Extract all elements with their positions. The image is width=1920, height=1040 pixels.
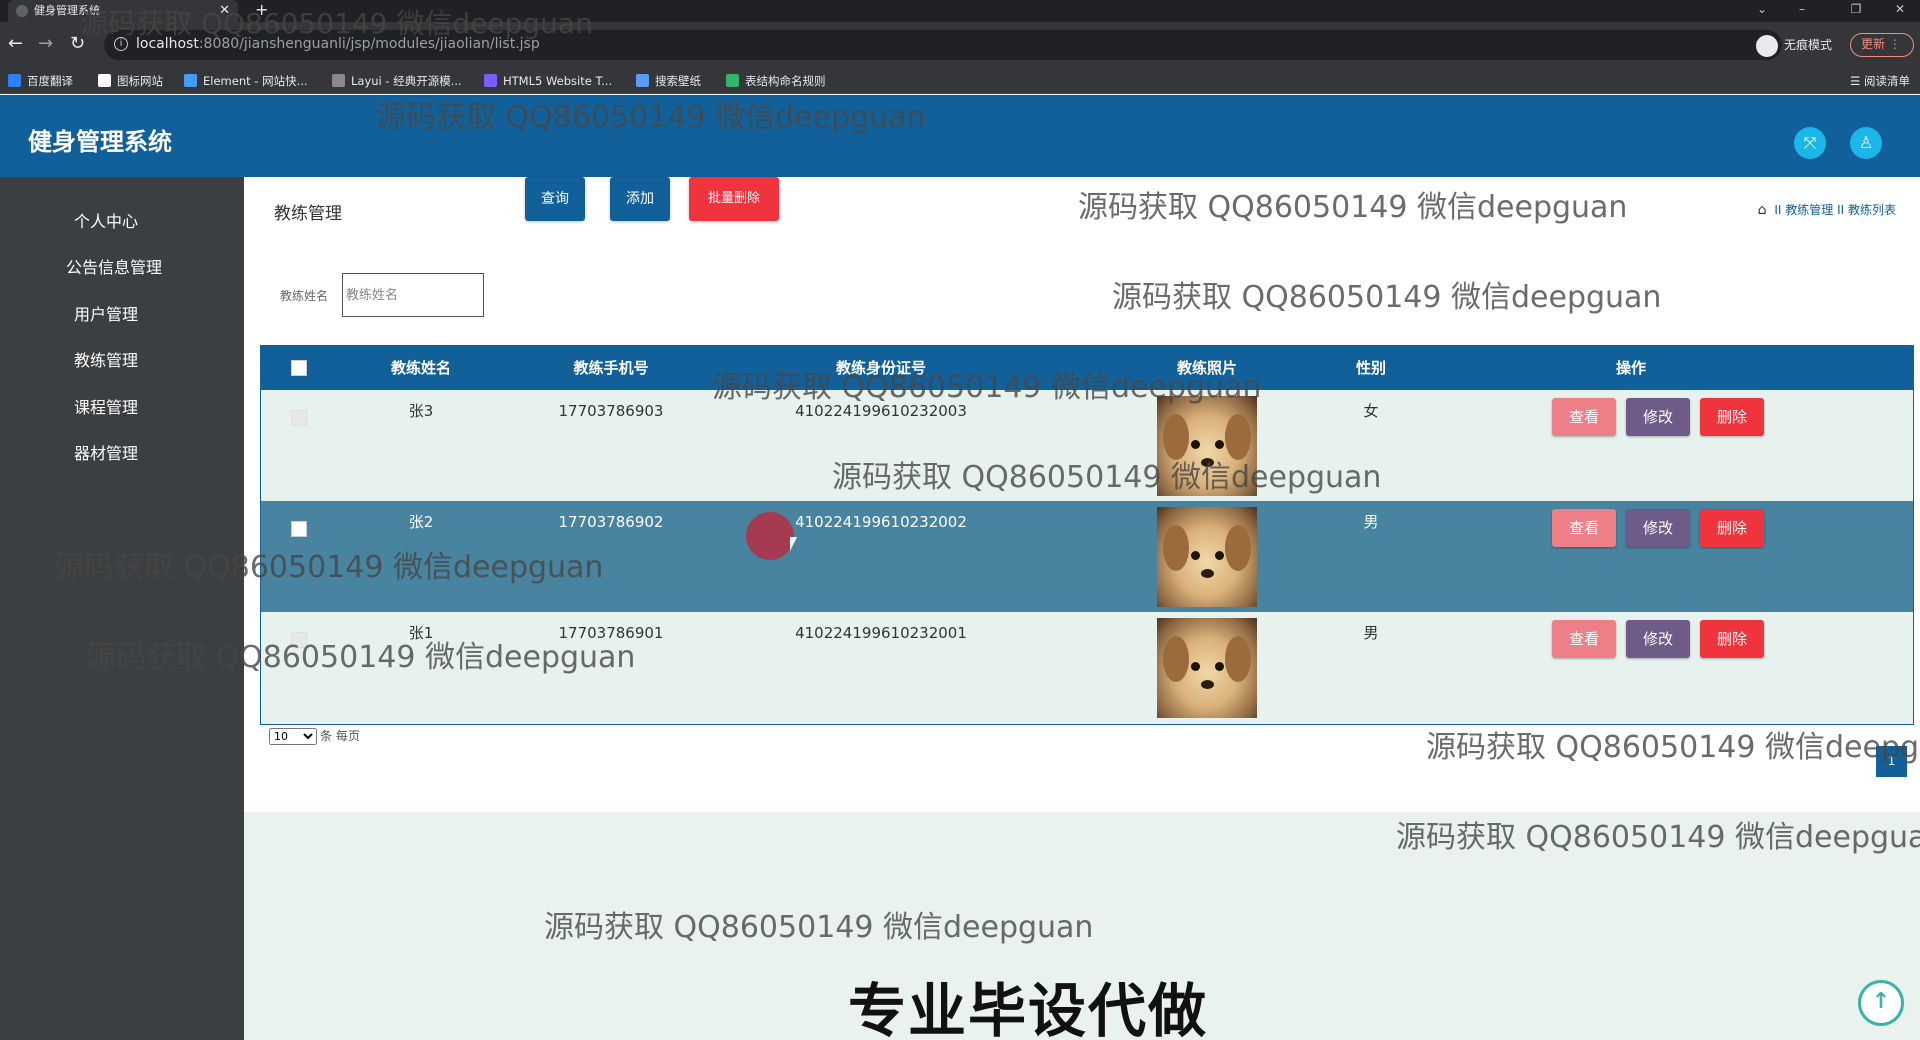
delete-button[interactable]: 删除 — [1700, 509, 1764, 547]
incognito-indicator[interactable]: 无痕模式 — [1756, 31, 1832, 59]
element-icon — [184, 74, 197, 87]
col-phone: 教练手机号 — [573, 359, 649, 377]
breadcrumb-item[interactable]: 教练管理 — [1785, 203, 1833, 217]
bookmark-item[interactable]: Element - 网站快... — [184, 73, 308, 89]
wallpaper-icon — [636, 74, 649, 87]
cell-phone: 17703786903 — [558, 402, 664, 420]
close-window-icon[interactable]: ✕ — [1880, 0, 1920, 18]
incognito-icon — [1756, 34, 1778, 57]
cell-gender: 男 — [1363, 513, 1379, 531]
view-button[interactable]: 查看 — [1552, 398, 1616, 436]
cell-phone: 17703786902 — [558, 513, 664, 531]
page-size-select[interactable]: 10 — [269, 728, 317, 745]
user-avatar-icon[interactable]: ♙ — [1850, 127, 1882, 159]
promo-banner: 专业毕设代做 — [848, 977, 1209, 1040]
batch-delete-button[interactable]: 批量删除 — [689, 177, 779, 221]
search-label: 教练姓名 — [280, 289, 329, 303]
bookmark-item[interactable]: HTML5 Website T... — [484, 73, 612, 89]
sidebar-item-courses[interactable]: 课程管理 — [0, 388, 244, 428]
back-to-top-icon[interactable]: ↑ — [1858, 980, 1904, 1026]
row-checkbox[interactable] — [291, 521, 307, 537]
query-button[interactable]: 查询 — [525, 177, 585, 221]
row-checkbox[interactable] — [291, 410, 307, 426]
watermark: 源码获取 QQ86050149 微信deepguan — [86, 640, 636, 675]
restore-icon[interactable]: ❐ — [1836, 0, 1876, 18]
cell-gender: 女 — [1363, 402, 1379, 420]
tab-favicon-icon — [16, 5, 28, 17]
bookmark-item[interactable]: 搜索壁纸 — [636, 73, 701, 89]
add-button[interactable]: 添加 — [610, 177, 670, 221]
html5-icon — [484, 74, 497, 87]
watermark: 源码获取 QQ86050149 微信deepguan — [1112, 280, 1662, 315]
page-title: 教练管理 — [274, 204, 342, 224]
view-button[interactable]: 查看 — [1552, 620, 1616, 658]
edit-button[interactable]: 修改 — [1626, 509, 1690, 547]
watermark: 源码获取 QQ86050149 微信deepguan — [54, 550, 604, 585]
breadcrumb-sep: II — [1774, 203, 1782, 217]
bookmark-item[interactable]: Layui - 经典开源模... — [332, 73, 462, 89]
delete-button[interactable]: 删除 — [1700, 620, 1764, 658]
sidebar-item-personal-center[interactable]: 个人中心 — [0, 202, 244, 242]
page-size-suffix: 条 每页 — [320, 729, 360, 743]
breadcrumb-sep: II — [1837, 203, 1845, 217]
fullscreen-icon[interactable]: ⤧ — [1794, 127, 1826, 159]
coach-photo — [1157, 507, 1257, 607]
col-name: 教练姓名 — [390, 359, 451, 377]
cell-id-card: 410224199610232002 — [795, 513, 967, 531]
coach-photo — [1157, 618, 1257, 718]
watermark: 源码获取 QQ86050149 微信deepguan — [712, 370, 1262, 405]
coach-name-input[interactable] — [342, 273, 484, 317]
sidebar-item-equipment[interactable]: 器材管理 — [0, 434, 244, 474]
sidebar-item-notices[interactable]: 公告信息管理 — [0, 248, 244, 288]
minimize-icon[interactable]: – — [1782, 0, 1822, 18]
watermark: 源码获取 QQ86050149 微信deepguan — [1396, 820, 1920, 855]
sidebar: 个人中心 公告信息管理 用户管理 教练管理 课程管理 器材管理 — [0, 177, 244, 1040]
view-button[interactable]: 查看 — [1552, 509, 1616, 547]
breadcrumb: ⌂ II 教练管理 II 教练列表 — [1758, 201, 1896, 218]
watermark: 源码获取 QQ86050149 微信deepguan — [1426, 730, 1920, 765]
reading-list[interactable]: ☰ 阅读清单 — [1850, 73, 1910, 89]
cell-name: 张2 — [408, 513, 434, 531]
select-all-checkbox[interactable] — [291, 360, 307, 376]
app-header: 健身管理系统 ⤧ ♙ — [0, 95, 1920, 177]
tab-search-icon[interactable]: ⌄ — [1742, 0, 1782, 18]
cell-id-card: 410224199610232001 — [795, 624, 967, 642]
bookmark-item[interactable]: 表结构命名规则 — [726, 73, 826, 89]
home-icon[interactable]: ⌂ — [1758, 202, 1767, 218]
watermark: 源码获取 QQ86050149 微信deepguan — [544, 910, 1094, 945]
edit-button[interactable]: 修改 — [1626, 620, 1690, 658]
back-icon[interactable]: ← — [8, 34, 23, 54]
bookmarks-bar: 百度翻译 图标网站 Element - 网站快... Layui - 经典开源模… — [0, 68, 1920, 94]
update-button[interactable]: 更新 ⋮ — [1850, 33, 1914, 57]
watermark: 源码获取 QQ86050149 微信deepguan — [376, 100, 926, 135]
layui-icon — [332, 74, 345, 87]
col-gender: 性别 — [1355, 359, 1386, 377]
watermark: 源码获取 QQ86050149 微信deepguan — [832, 460, 1382, 495]
delete-button[interactable]: 删除 — [1700, 398, 1764, 436]
edit-button[interactable]: 修改 — [1626, 398, 1690, 436]
mouse-cursor-icon — [790, 537, 797, 551]
page-size-control: 10条 每页 — [269, 727, 360, 745]
app-title: 健身管理系统 — [28, 128, 172, 156]
sidebar-item-coaches[interactable]: 教练管理 — [0, 341, 244, 381]
breadcrumb-item[interactable]: 教练列表 — [1848, 203, 1896, 217]
forward-icon[interactable]: → — [38, 34, 53, 54]
bookmark-icon — [8, 74, 21, 87]
cell-gender: 男 — [1363, 624, 1379, 642]
bookmark-item[interactable]: 百度翻译 — [8, 73, 73, 89]
col-actions: 操作 — [1615, 359, 1646, 377]
cell-name: 张3 — [408, 402, 434, 420]
flag-icon — [98, 74, 111, 87]
bookmark-item[interactable]: 图标网站 — [98, 73, 163, 89]
sheet-icon — [726, 74, 739, 87]
click-indicator — [746, 512, 794, 560]
watermark: 源码获取 QQ86050149 微信deepguan — [1078, 190, 1628, 225]
sidebar-item-users[interactable]: 用户管理 — [0, 295, 244, 335]
watermark: 源码获取 QQ86050149 微信deepguan — [80, 7, 593, 40]
